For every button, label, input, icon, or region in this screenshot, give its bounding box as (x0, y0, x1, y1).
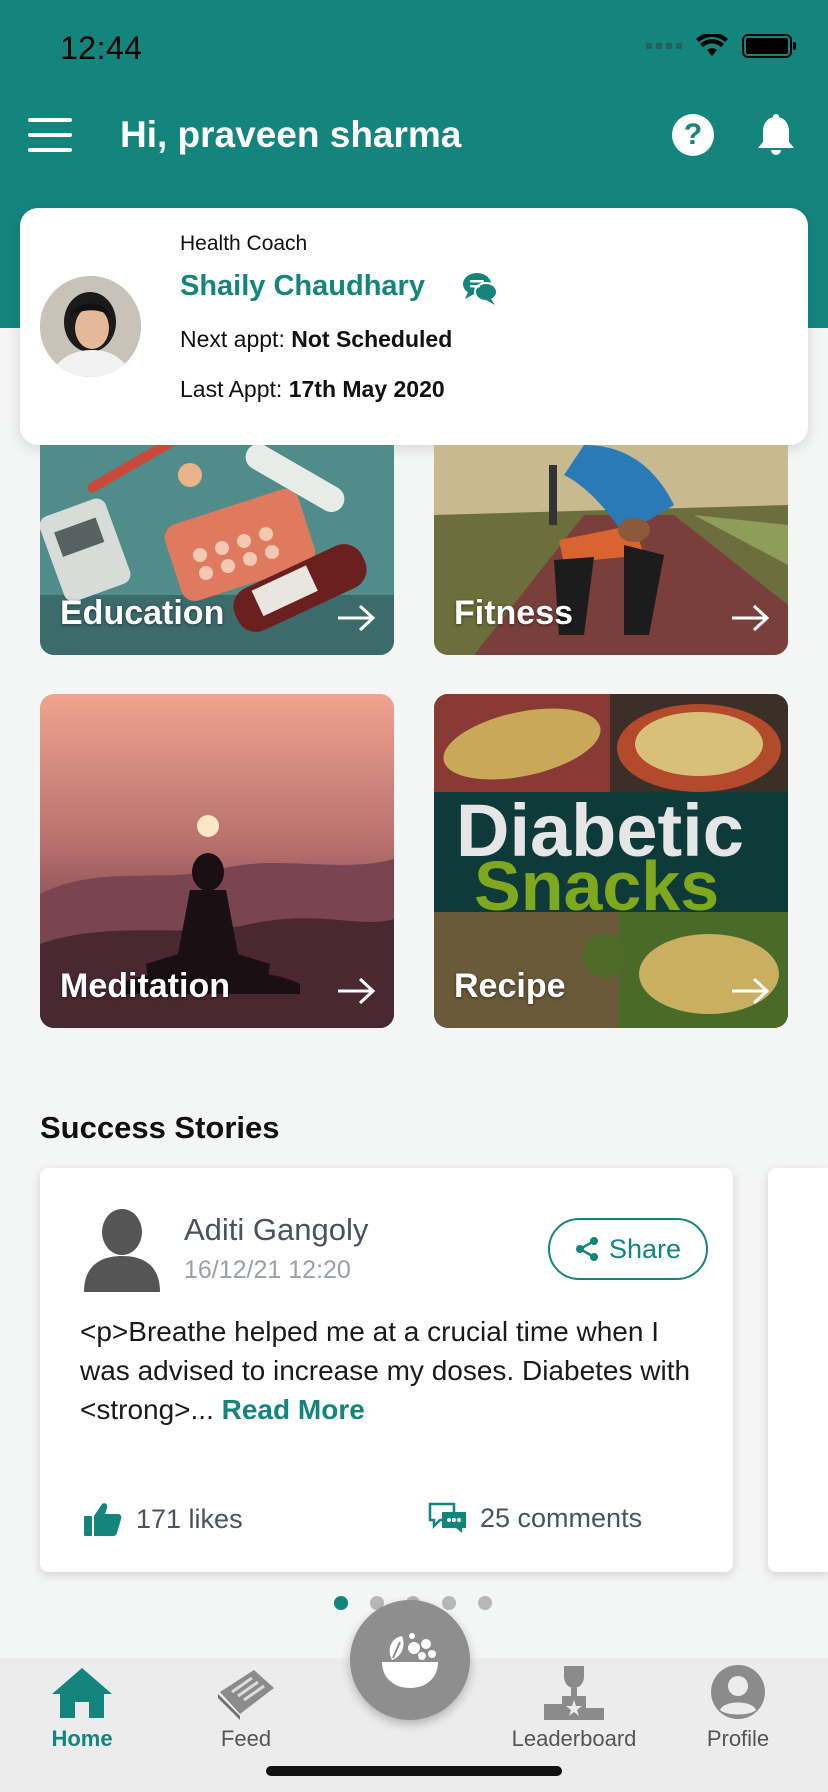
coach-role: Health Coach (180, 232, 308, 255)
story-excerpt: <p>Breathe helped me at a crucial time w… (80, 1312, 700, 1429)
comments-icon (428, 1502, 466, 1533)
status-time: 12:44 (60, 30, 143, 66)
last-appointment: Last Appt: 17th May 2020 (180, 376, 445, 403)
likes[interactable]: 171 likes (84, 1502, 243, 1536)
story-excerpt-text: <p>Breathe helped me at a crucial time w… (80, 1316, 691, 1425)
success-stories-title: Success Stories (40, 1110, 280, 1145)
arrow-right-icon (338, 604, 376, 632)
help-icon[interactable]: ? (672, 114, 714, 156)
success-story-card[interactable]: Aditi Gangoly 16/12/21 12:20 Share <p>Br… (40, 1168, 733, 1572)
wifi-icon (696, 34, 728, 56)
last-appointment-label: Last Appt: (180, 376, 289, 402)
next-appointment: Next appt: Not Scheduled (180, 326, 452, 353)
nav-leaderboard[interactable]: Leaderboard (504, 1664, 644, 1752)
tile-meditation[interactable]: Meditation (40, 694, 394, 1028)
arrow-right-icon (732, 977, 770, 1005)
nav-profile[interactable]: Profile (668, 1664, 808, 1752)
tile-label: Fitness (454, 594, 574, 632)
likes-count: 171 likes (136, 1503, 243, 1534)
share-button[interactable]: Share (548, 1218, 708, 1280)
carousel-dot[interactable] (478, 1596, 492, 1610)
share-label: Share (608, 1233, 682, 1264)
nav-home-label: Home (51, 1726, 113, 1751)
menu-icon[interactable] (28, 118, 72, 152)
comments[interactable]: 25 comments (428, 1502, 642, 1534)
nutrition-fab-button[interactable] (350, 1600, 470, 1720)
thumbs-up-icon (84, 1503, 122, 1536)
tile-label: Meditation (60, 967, 230, 1005)
nav-feed[interactable]: Feed (176, 1664, 316, 1752)
tile-fitness[interactable]: Fitness (434, 445, 788, 655)
coach-name[interactable]: Shaily Chaudhary (180, 270, 425, 303)
tile-recipe[interactable]: Diabetic Snacks Recipe (434, 694, 788, 1028)
chat-icon[interactable] (460, 268, 500, 308)
status-icons (646, 34, 796, 58)
next-story-card-peek[interactable] (768, 1168, 828, 1572)
user-avatar-icon (84, 1209, 160, 1292)
greeting-title: Hi, praveen sharma (120, 114, 462, 155)
tile-label: Recipe (454, 967, 566, 1005)
coach-avatar (40, 276, 141, 377)
newspaper-icon (218, 1670, 274, 1720)
arrow-right-icon (338, 977, 376, 1005)
trophy-podium-icon (544, 1666, 604, 1720)
tile-education[interactable]: Education (40, 445, 394, 655)
battery-icon (742, 34, 796, 58)
next-appointment-label: Next appt: (180, 326, 292, 352)
profile-icon (711, 1665, 765, 1719)
nav-feed-label: Feed (220, 1726, 272, 1751)
home-icon (52, 1668, 112, 1718)
story-author: Aditi Gangoly (184, 1212, 369, 1247)
salad-bowl-icon (382, 1633, 438, 1688)
story-date: 16/12/21 12:20 (184, 1256, 351, 1284)
read-more-link[interactable]: Read More (222, 1394, 365, 1425)
nav-profile-label: Profile (706, 1726, 770, 1751)
comments-count: 25 comments (480, 1502, 643, 1533)
last-appointment-value: 17th May 2020 (288, 376, 445, 402)
carousel-dot[interactable] (334, 1596, 348, 1610)
tile-label: Education (60, 594, 225, 632)
next-appointment-value: Not Scheduled (291, 326, 453, 352)
carousel-dot[interactable] (442, 1596, 456, 1610)
signal-icon (646, 43, 682, 49)
nav-home[interactable]: Home (12, 1664, 152, 1752)
bell-icon[interactable] (756, 112, 796, 156)
home-indicator (266, 1766, 562, 1776)
nav-leaderboard-label: Leaderboard (511, 1726, 637, 1751)
share-icon (575, 1237, 598, 1261)
health-coach-card[interactable]: Health Coach Shaily Chaudhary Next appt:… (20, 208, 808, 445)
arrow-right-icon (732, 604, 770, 632)
